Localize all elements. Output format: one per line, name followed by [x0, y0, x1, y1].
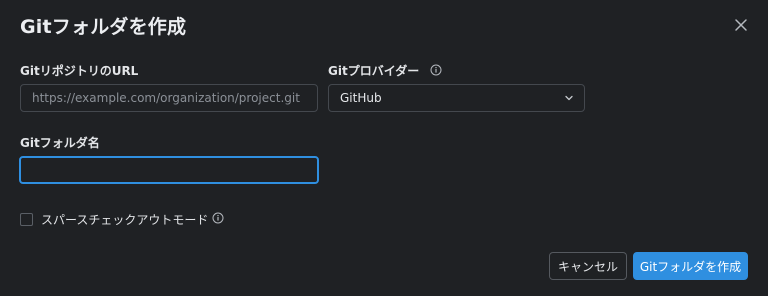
sparse-checkout-row: スパースチェックアウトモード	[20, 211, 224, 228]
sparse-checkout-label: スパースチェックアウトモード	[41, 213, 209, 227]
close-button[interactable]	[732, 16, 750, 34]
close-icon	[735, 19, 747, 31]
create-git-folder-button[interactable]: Gitフォルダを作成	[633, 252, 748, 280]
repo-url-input[interactable]	[20, 84, 318, 112]
provider-select[interactable]: GitHub	[328, 84, 585, 112]
provider-select-value: GitHub	[340, 91, 382, 105]
info-icon[interactable]	[430, 64, 442, 79]
folder-name-input[interactable]	[19, 156, 319, 184]
sparse-checkout-info-icon[interactable]	[212, 212, 224, 227]
cancel-button[interactable]: キャンセル	[549, 252, 627, 280]
repo-url-label: GitリポジトリのURL	[20, 64, 139, 78]
dialog-title: Gitフォルダを作成	[20, 16, 187, 38]
folder-name-label: Gitフォルダ名	[20, 136, 100, 150]
sparse-checkout-checkbox[interactable]	[20, 213, 33, 226]
provider-label: Gitプロバイダー	[328, 62, 442, 79]
provider-label-text: Gitプロバイダー	[328, 64, 420, 78]
create-git-folder-dialog: Gitフォルダを作成 GitリポジトリのURL Gitプロバイダー GitHub…	[0, 0, 768, 296]
chevron-down-icon	[565, 95, 573, 101]
